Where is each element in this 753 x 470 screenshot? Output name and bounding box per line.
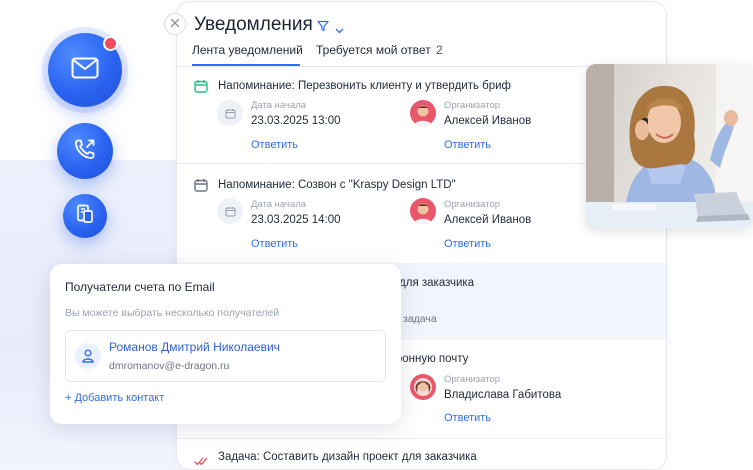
reply-link[interactable]: Ответить — [444, 238, 491, 250]
user-icon — [75, 343, 101, 369]
chevron-down-icon[interactable] — [335, 21, 344, 39]
popup-title: Получатели счета по Email — [65, 280, 215, 294]
notification-title: Напоминание: Созвон с "Kraspy Design LTD… — [218, 179, 456, 191]
tab-requires-reply-count: 2 — [436, 43, 443, 57]
double-check-icon — [194, 453, 208, 469]
reply-link[interactable]: Ответить — [444, 412, 491, 424]
contact-card[interactable]: Романов Дмитрий Николаевич dmromanov@e-d… — [65, 330, 386, 382]
avatar — [410, 100, 436, 126]
tab-notification-feed[interactable]: Лента уведомлений — [192, 43, 303, 57]
popup-hint: Вы можете выбрать несколько получателей — [65, 307, 280, 319]
tab-requires-reply[interactable]: Требуется мой ответ — [316, 43, 431, 57]
date-field-icon — [217, 100, 243, 126]
organizer-name: Алексей Иванов — [444, 214, 532, 226]
filter-icon[interactable] — [317, 19, 329, 37]
contact-name: Романов Дмитрий Николаевич — [109, 340, 280, 354]
close-button[interactable] — [164, 13, 186, 35]
organizer-label: Организатор — [444, 199, 501, 210]
avatar — [410, 198, 436, 224]
reply-link[interactable]: Ответить — [251, 139, 298, 151]
organizer-name: Владислава Габитова — [444, 389, 562, 401]
panel-title: Уведомления — [194, 14, 313, 35]
document-button[interactable] — [63, 194, 107, 238]
notification-card: Задача: Составить дизайн проект для зака… — [177, 439, 666, 469]
close-icon — [170, 15, 180, 33]
start-date-value: 23.03.2025 14:00 — [251, 214, 341, 226]
start-date-label: Дата начала — [251, 100, 307, 111]
organizer-label: Организатор — [444, 100, 501, 111]
reply-link[interactable]: Ответить — [444, 139, 491, 151]
start-date-label: Дата начала — [251, 199, 307, 210]
call-button[interactable] — [57, 123, 113, 179]
notification-badge — [103, 36, 118, 51]
organizer-label: Организатор — [444, 374, 501, 385]
calendar-icon — [194, 178, 208, 197]
woman-on-phone-photo — [586, 64, 753, 228]
notification-subtitle: задача — [403, 313, 437, 325]
calendar-icon — [194, 79, 208, 98]
contact-email: dmromanov@e-dragon.ru — [109, 360, 230, 372]
organizer-name: Алексей Иванов — [444, 115, 532, 127]
add-contact-link[interactable]: + Добавить контакт — [65, 392, 164, 404]
reply-link[interactable]: Ответить — [251, 238, 298, 250]
start-date-value: 23.03.2025 13:00 — [251, 115, 341, 127]
notification-title: Задача: Составить дизайн проект для зака… — [218, 451, 477, 463]
avatar — [410, 374, 436, 400]
notification-title: Напоминание: Перезвонить клиенту и утвер… — [218, 80, 512, 92]
phone-forward-icon — [73, 137, 97, 166]
document-icon — [76, 204, 94, 229]
email-recipients-popup: Получатели счета по Email Вы можете выбр… — [50, 264, 401, 424]
date-field-icon — [217, 198, 243, 224]
